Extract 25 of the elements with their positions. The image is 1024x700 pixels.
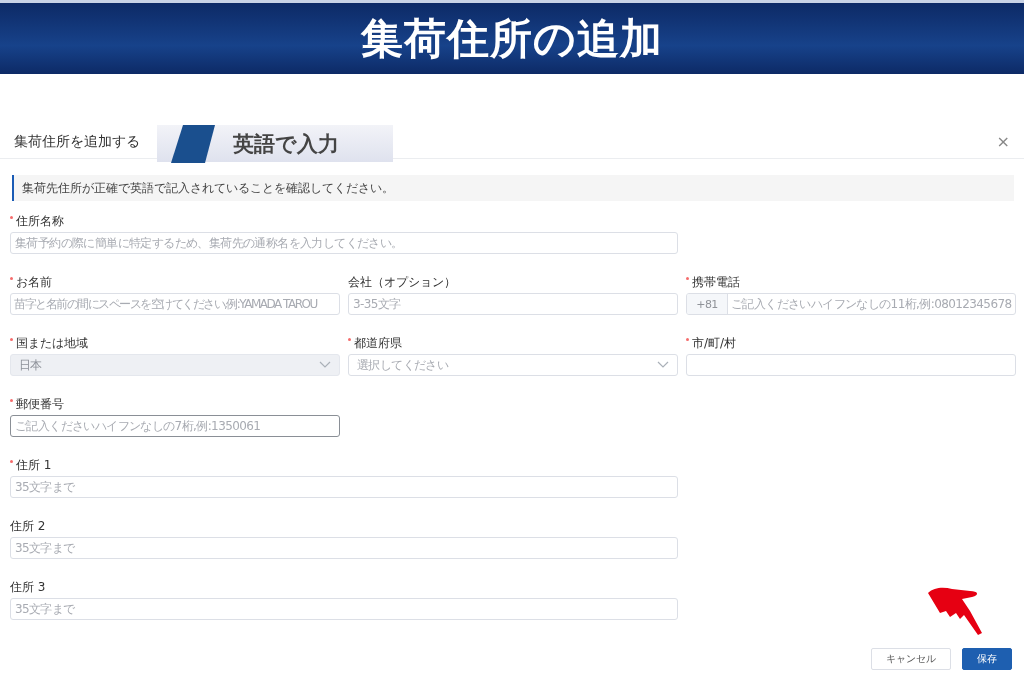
phone-field[interactable]: +81 ご記入くださいハイフンなしの11桁,例:08012345678 [686, 293, 1016, 315]
field-label: 携帯電話 [686, 275, 1016, 289]
banner-title: 集荷住所の追加 [361, 12, 663, 65]
input-field[interactable]: ご記入くださいハイフンなしの7桁,例:1350061 [10, 415, 340, 437]
field-label: 住所 2 [10, 519, 47, 533]
field-label: 住所 3 [10, 580, 47, 594]
field-label: 住所 1 [10, 458, 678, 472]
field-label: 都道府県 [348, 336, 678, 350]
field-label: お名前 [10, 275, 340, 289]
notice-message: 集荷先住所が正確で英語で記入されていることを確認してください。 [12, 175, 1014, 201]
field-label: 国または地域 [10, 336, 340, 350]
field-label: 住所名称 [10, 214, 678, 228]
annotation-label: 英語で入力 [157, 125, 393, 162]
field-label: 会社（オプション） [348, 275, 457, 289]
field-label: 市/町/村 [686, 336, 1016, 350]
chevron-down-icon [657, 361, 669, 369]
field-label: 郵便番号 [10, 397, 340, 411]
country-code: +81 [687, 294, 728, 314]
select-field[interactable]: 選択してください [348, 354, 678, 376]
slash-mark-icon [171, 124, 217, 163]
cancel-button[interactable]: キャンセル [871, 648, 951, 670]
dialog-title: 集荷住所を追加する [14, 132, 140, 151]
close-button[interactable]: × [992, 132, 1014, 151]
chevron-down-icon [319, 361, 331, 369]
save-button[interactable]: 保存 [962, 648, 1012, 670]
